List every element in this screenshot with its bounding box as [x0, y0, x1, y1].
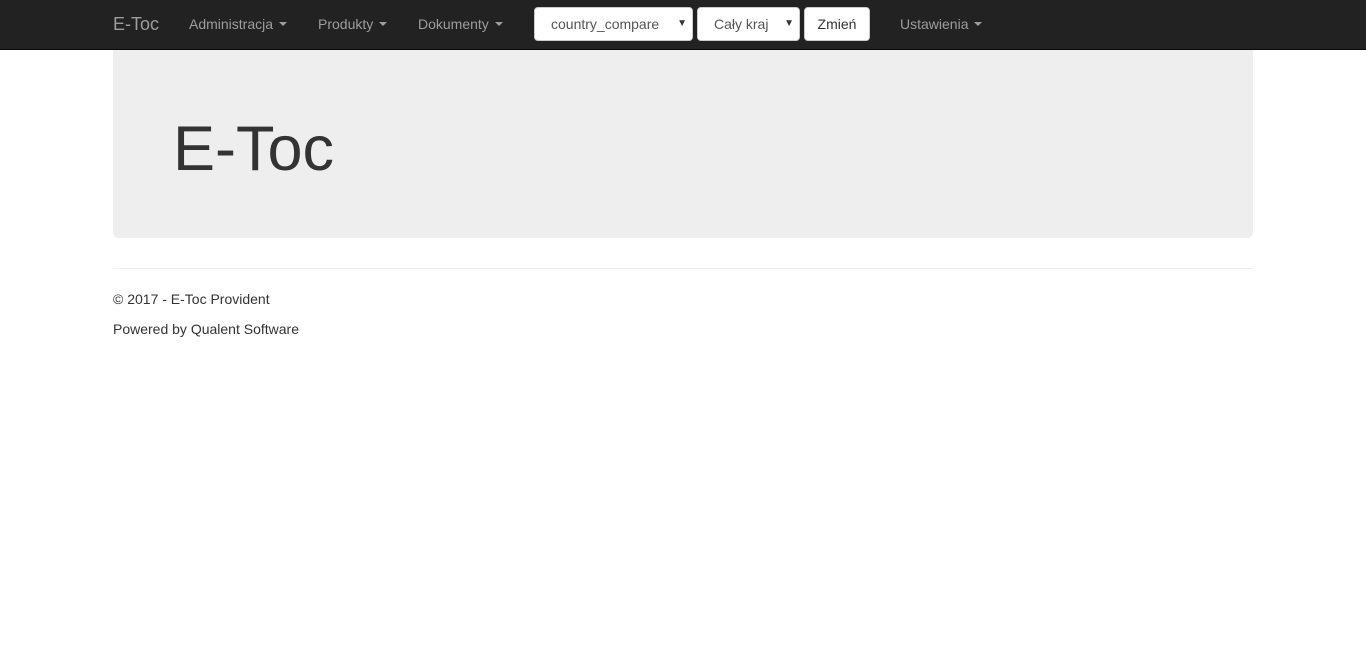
- caret-down-icon: [379, 22, 388, 27]
- menu-produkty[interactable]: Produkty: [318, 15, 388, 33]
- menu-ustawienia[interactable]: Ustawienia: [900, 15, 983, 33]
- country-select[interactable]: country_compare ▼: [534, 7, 693, 41]
- caret-down-icon: [974, 22, 983, 27]
- region-select-value: Cały kraj: [714, 16, 769, 32]
- change-button[interactable]: Zmień: [804, 7, 870, 41]
- top-navbar: E-Toc Administracja Produkty Dokumenty c…: [0, 0, 1366, 50]
- menu-produkty-label: Produkty: [318, 16, 374, 32]
- footer-copyright: © 2017 - E-Toc Provident: [113, 291, 270, 307]
- select-arrow-icon: ▼: [677, 18, 687, 29]
- footer-powered-by: Powered by Qualent Software: [113, 321, 299, 337]
- country-select-value: country_compare: [551, 16, 660, 32]
- select-arrow-icon: ▼: [784, 18, 794, 29]
- caret-down-icon: [279, 22, 288, 27]
- navbar-container: E-Toc Administracja Produkty Dokumenty c…: [113, 0, 1253, 49]
- brand-link[interactable]: E-Toc: [113, 13, 159, 35]
- jumbotron: E-Toc: [113, 50, 1253, 238]
- menu-ustawienia-label: Ustawienia: [900, 16, 969, 32]
- page-title: E-Toc: [173, 114, 335, 184]
- menu-dokumenty-label: Dokumenty: [418, 16, 489, 32]
- menu-administracja[interactable]: Administracja: [189, 15, 288, 33]
- region-select[interactable]: Cały kraj ▼: [697, 7, 800, 41]
- menu-dokumenty[interactable]: Dokumenty: [418, 15, 503, 33]
- footer-divider: [113, 268, 1253, 269]
- menu-administracja-label: Administracja: [189, 16, 274, 32]
- caret-down-icon: [494, 22, 503, 27]
